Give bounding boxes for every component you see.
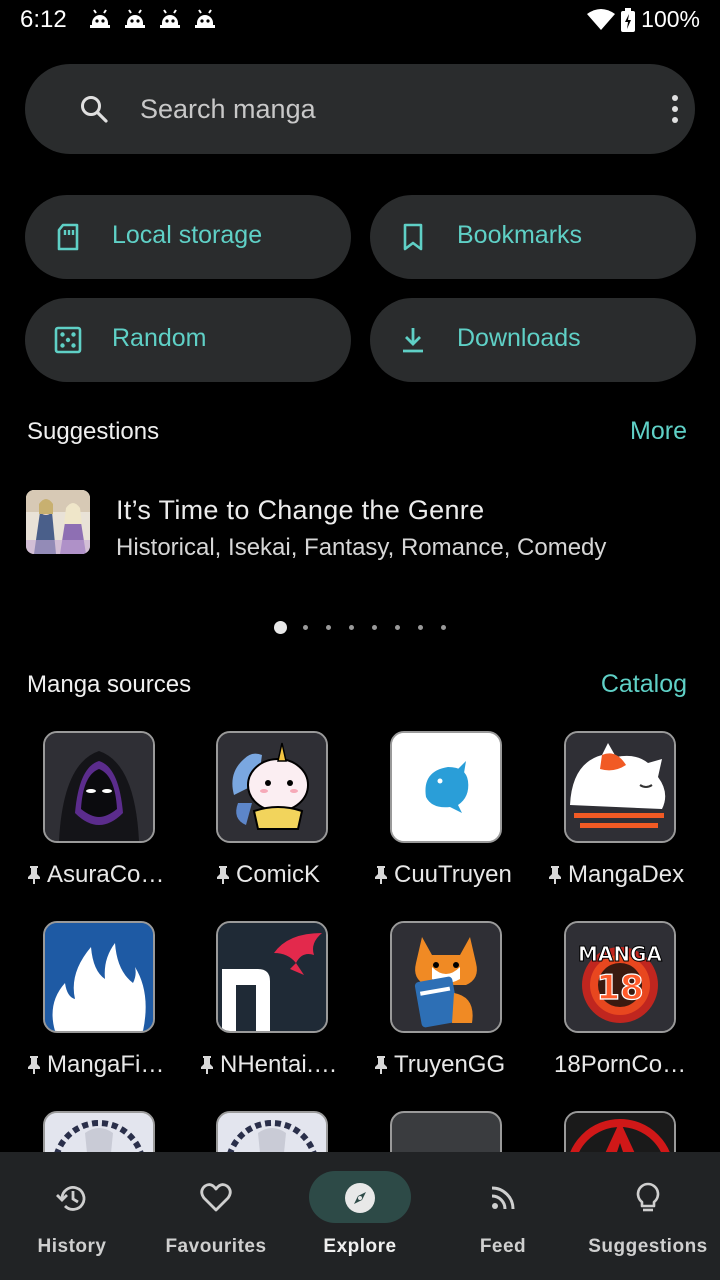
- asura-logo: [43, 731, 155, 843]
- source-label: AsuraCo…: [27, 861, 164, 889]
- local-storage-label: Local storage: [112, 221, 263, 249]
- downloads-label: Downloads: [457, 324, 581, 352]
- local-storage-button[interactable]: Local storage: [25, 195, 351, 279]
- source-label: MangaDex: [548, 861, 684, 889]
- suggestions-more-link[interactable]: More: [630, 417, 687, 446]
- truyengg-logo: [390, 921, 502, 1033]
- bottom-navigation: History Favourites Explore Feed Suggesti…: [0, 1152, 720, 1280]
- suggestion-cover[interactable]: [26, 490, 90, 554]
- suggestion-title[interactable]: It’s Time to Change the Genre: [116, 495, 484, 526]
- sd-card-icon: [57, 223, 79, 251]
- source-label: 18PornCo…: [554, 1051, 686, 1079]
- nav-label: Suggestions: [588, 1236, 708, 1257]
- pager-dot[interactable]: [395, 625, 400, 630]
- manga18-bottom-text: 18: [596, 968, 643, 1008]
- download-icon: [403, 328, 423, 353]
- search-bar[interactable]: [25, 64, 695, 154]
- bookmarks-label: Bookmarks: [457, 221, 583, 249]
- notification-icon: [90, 9, 110, 28]
- comick-logo: [216, 731, 328, 843]
- pin-icon: [375, 1056, 387, 1074]
- more-vert-icon[interactable]: [662, 89, 688, 129]
- pager-dot-active[interactable]: [274, 621, 287, 634]
- lightbulb-icon: [636, 1182, 660, 1212]
- catalog-link[interactable]: Catalog: [601, 670, 687, 699]
- pin-icon: [28, 1056, 40, 1074]
- source-name: TruyenGG: [394, 1051, 506, 1078]
- pager-dot[interactable]: [418, 625, 423, 630]
- status-time: 6:12: [20, 6, 67, 33]
- battery-percent: 100%: [641, 6, 700, 32]
- source-name: MangaDex: [568, 861, 685, 888]
- source-label: MangaFi…: [27, 1051, 164, 1079]
- pager-dot[interactable]: [349, 625, 354, 630]
- nav-label: Favourites: [165, 1236, 267, 1257]
- pager-dot[interactable]: [303, 625, 308, 630]
- bookmarks-button[interactable]: Bookmarks: [370, 195, 696, 279]
- suggestion-genres: Historical, Isekai, Fantasy, Romance, Co…: [116, 534, 607, 561]
- source-name: MangaFi…: [47, 1051, 165, 1078]
- source-label: TruyenGG: [374, 1051, 505, 1079]
- search-input[interactable]: [140, 88, 640, 130]
- mangafire-logo: [43, 921, 155, 1033]
- suggestion-pager: [274, 621, 464, 634]
- pin-icon: [549, 866, 561, 884]
- random-button[interactable]: Random: [25, 298, 351, 382]
- notification-icon: [160, 9, 180, 28]
- status-right: 100%: [587, 6, 700, 33]
- sources-header: Manga sources: [27, 671, 192, 698]
- source-name: AsuraCo…: [47, 861, 165, 888]
- bookmark-icon: [403, 223, 423, 251]
- rss-icon: [491, 1186, 515, 1210]
- cuutruyen-logo: [390, 731, 502, 843]
- random-label: Random: [112, 324, 207, 352]
- suggestions-header: Suggestions: [27, 418, 160, 445]
- source-label: NHentai.…: [200, 1051, 337, 1079]
- source-name: 18PornCo…: [554, 1051, 687, 1078]
- nav-label: Explore: [323, 1236, 397, 1257]
- nav-feed[interactable]: Feed: [431, 1152, 575, 1280]
- heart-icon: [200, 1183, 232, 1212]
- pin-icon: [217, 866, 229, 884]
- search-icon[interactable]: [79, 94, 109, 124]
- notification-icon: [125, 9, 145, 28]
- pager-dot[interactable]: [441, 625, 446, 630]
- source-name: ComicK: [236, 861, 321, 888]
- nav-explore[interactable]: Explore: [288, 1152, 432, 1280]
- pin-icon: [201, 1056, 213, 1074]
- source-name: NHentai.…: [220, 1051, 338, 1078]
- status-bar: 6:12 100%: [0, 0, 720, 40]
- manga18-logo: MANGA 18: [564, 921, 676, 1033]
- mangadex-logo: [564, 731, 676, 843]
- nav-history[interactable]: History: [0, 1152, 144, 1280]
- compass-icon: [345, 1183, 375, 1213]
- nav-label: History: [37, 1236, 107, 1257]
- pin-icon: [375, 866, 387, 884]
- source-label: ComicK: [216, 861, 320, 889]
- history-icon: [56, 1186, 86, 1211]
- nav-label: Feed: [479, 1236, 527, 1257]
- source-label: CuuTruyen: [374, 861, 512, 889]
- downloads-button[interactable]: Downloads: [370, 298, 696, 382]
- pager-dot[interactable]: [326, 625, 331, 630]
- manga18-top-text: MANGA: [578, 942, 663, 966]
- battery-icon: [621, 7, 636, 32]
- wifi-icon: [587, 8, 616, 30]
- pin-icon: [28, 866, 40, 884]
- nav-favourites[interactable]: Favourites: [144, 1152, 288, 1280]
- notification-icon: [195, 9, 215, 28]
- nhentai-logo: [216, 921, 328, 1033]
- nav-suggestions[interactable]: Suggestions: [576, 1152, 720, 1280]
- pager-dot[interactable]: [372, 625, 377, 630]
- status-notifications: [88, 9, 217, 31]
- source-name: CuuTruyen: [394, 861, 512, 888]
- dice-icon: [54, 326, 82, 354]
